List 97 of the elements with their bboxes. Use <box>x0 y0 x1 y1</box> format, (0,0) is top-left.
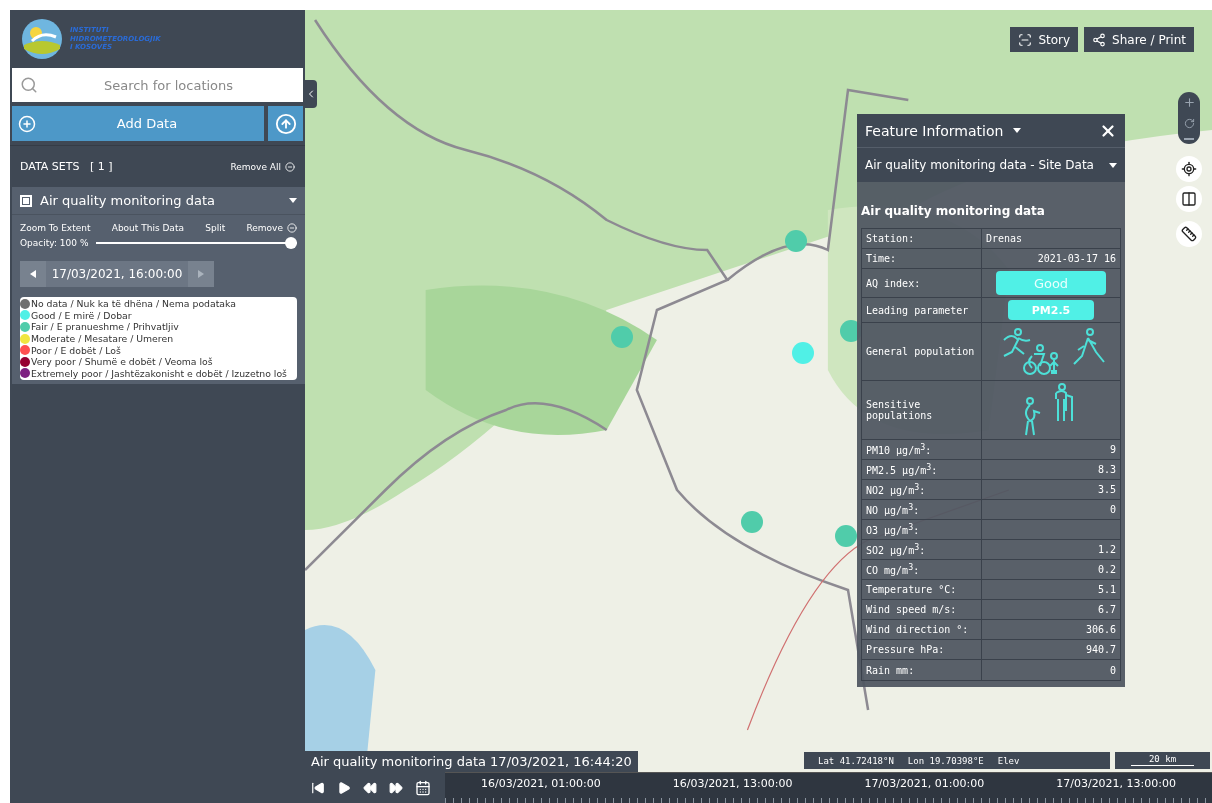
legend-label: No data / Nuk ka të dhëna / Nema podataka <box>31 298 236 310</box>
row-label: Wind speed m/s: <box>866 604 957 615</box>
columns-icon <box>1181 191 1197 207</box>
row-label: NO2 μg/m$^{3}$: <box>866 482 926 497</box>
rewind-icon <box>363 780 377 795</box>
row-value: 3.5 <box>1097 484 1116 495</box>
upload-button[interactable] <box>268 106 303 141</box>
row-value: 1.2 <box>1097 544 1116 555</box>
row-label: O3 μg/m$^{3}$: <box>866 522 920 537</box>
row-value: 9 <box>1109 444 1116 455</box>
upload-icon <box>274 112 297 135</box>
slider-thumb[interactable] <box>285 237 297 249</box>
timeline-label: 17/03/2021, 01:00:00 <box>863 776 986 792</box>
remove-all-button[interactable]: Remove All <box>230 161 295 172</box>
legend-label: Good / E mirë / Dobar <box>31 309 132 321</box>
parameter-badge: PM2.5 <box>1008 300 1094 320</box>
logo-icon <box>20 17 64 61</box>
plus-icon <box>18 114 36 133</box>
skip-back-icon <box>311 780 325 795</box>
row-value: 940.7 <box>1085 644 1116 655</box>
datasets-heading: DATA SETS [ 1 ] <box>20 160 113 173</box>
caret-icon[interactable] <box>1013 128 1022 133</box>
row-label: General population <box>866 346 975 357</box>
dataset-action[interactable]: Zoom To Extent <box>20 223 91 233</box>
caret-icon[interactable] <box>289 198 297 203</box>
dataset-action[interactable]: Remove <box>246 223 297 233</box>
row-value: 6.7 <box>1097 604 1116 615</box>
row-label: Leading parameter <box>866 304 969 316</box>
reset-button[interactable] <box>1183 118 1195 129</box>
zoom-out-button[interactable] <box>1184 137 1194 140</box>
aq-index-badge: Good <box>996 271 1106 295</box>
share-button[interactable]: Share / Print <box>1084 27 1194 52</box>
row-label: AQ index: <box>866 277 921 289</box>
row-label: Pressure hPa: <box>866 644 945 655</box>
row-value: 0 <box>1109 504 1116 515</box>
minus-icon <box>285 161 295 172</box>
dataset-action[interactable]: Split <box>205 223 226 233</box>
ruler-icon <box>1181 226 1197 242</box>
legend-label: Very poor / Shumë e dobët / Veoma loš <box>31 356 213 368</box>
minus-icon <box>286 223 297 233</box>
row-value: 0.2 <box>1097 564 1116 575</box>
legend-label: Poor / E dobët / Loš <box>31 344 121 356</box>
panel-heading: Air quality monitoring data <box>860 203 1046 220</box>
caption: Air quality monitoring data 17/03/2021, 16:44:20 <box>305 751 638 772</box>
dataset-title: Air quality monitoring data <box>40 193 216 208</box>
row-label: Rain mm: <box>866 664 915 676</box>
minus-icon <box>1184 137 1194 140</box>
left-triangle-icon <box>30 270 36 278</box>
plus-icon <box>1182 96 1196 110</box>
share-icon <box>1092 32 1107 47</box>
collapse-button[interactable] <box>305 80 317 108</box>
row-label: NO μg/m$^{3}$: <box>866 502 920 517</box>
legend-label: Extremely poor / Jashtëzakonisht e dobët / Izuzetno loš <box>31 367 287 379</box>
elevation: Elev <box>997 755 1020 766</box>
timeline-label: 16/03/2021, 01:00:00 <box>479 776 602 792</box>
latitude: Lat 41.72418°N <box>818 755 894 766</box>
row-value: 8.3 <box>1097 464 1116 475</box>
dataset-action[interactable]: About This Data <box>111 223 184 233</box>
row-label: SO2 μg/m$^{3}$: <box>866 542 926 557</box>
panel-title: Feature Information <box>865 122 1004 139</box>
row-value: 2021-03-17 16 <box>1037 253 1116 264</box>
row-label: Time: <box>866 253 897 264</box>
source-dropdown[interactable]: Air quality monitoring data - Site Data <box>857 148 1125 182</box>
legend-label: Moderate / Mesatare / Umeren <box>31 333 174 345</box>
calendar-icon <box>415 779 431 796</box>
search-field[interactable]: Search for locations <box>12 68 303 102</box>
timeline-label: 16/03/2021, 13:00:00 <box>671 776 794 792</box>
opacity-label: Opacity: 100 % <box>20 238 89 248</box>
fast-forward-icon <box>389 780 403 795</box>
zoom-in-button[interactable] <box>1182 96 1196 110</box>
row-label: Temperature °C: <box>866 584 957 595</box>
row-value: 0 <box>1109 664 1116 676</box>
legend-label: Fair / E pranueshme / Prihvatljiv <box>31 321 179 333</box>
opacity-slider[interactable] <box>96 237 297 249</box>
row-label: Sensitive populations <box>866 399 934 421</box>
row-label: CO mg/m$^{3}$: <box>866 562 920 577</box>
row-value: 306.6 <box>1085 624 1116 635</box>
right-triangle-icon <box>198 270 204 278</box>
row-label: Wind direction °: <box>866 624 969 635</box>
timeline-label: 17/03/2021, 13:00:00 <box>1055 776 1177 792</box>
crosshair-icon <box>1181 161 1197 177</box>
row-label: PM2.5 μg/m$^{3}$: <box>866 462 938 477</box>
row-label: PM10 μg/m$^{3}$: <box>866 442 932 457</box>
story-button[interactable]: Story <box>1010 27 1079 52</box>
refresh-icon <box>1183 118 1195 129</box>
longitude: Lon 19.70398°E <box>907 755 984 766</box>
search-icon <box>20 76 38 94</box>
row-label: Station: <box>866 233 915 244</box>
row-value: Drenas <box>986 233 1023 244</box>
dataset-checkbox[interactable] <box>20 194 32 207</box>
timeline-track[interactable]: 16/03/2021, 01:00:00 16/03/2021, 13:00:00 17/03/2021, 01:00:00 17/03/2021, 13:00:00 <box>445 772 1212 803</box>
play-icon <box>337 780 351 795</box>
previous-button[interactable] <box>20 261 46 287</box>
scale-bar: 20 km <box>1115 752 1210 769</box>
row-value: 5.1 <box>1097 584 1116 595</box>
frame-icon <box>1018 32 1033 47</box>
date-text: 17/03/2021, 16:00:00 <box>50 266 184 283</box>
